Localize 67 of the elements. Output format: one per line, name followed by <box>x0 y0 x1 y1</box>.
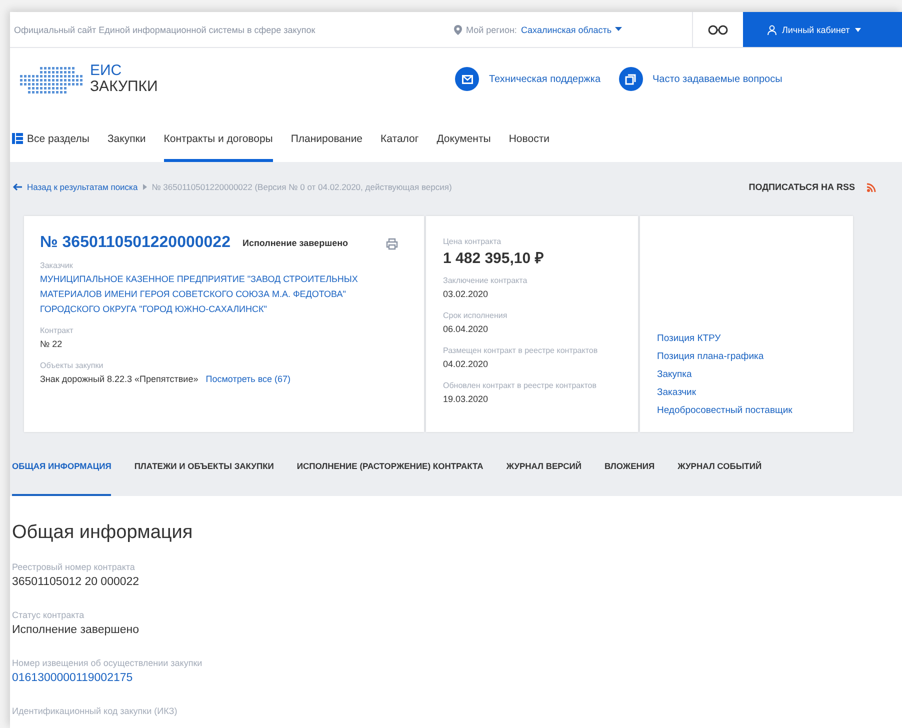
related-link[interactable]: Позиция КТРУ <box>657 333 839 344</box>
field-value: 19.03.2020 <box>443 393 490 406</box>
printer-icon[interactable] <box>386 238 398 250</box>
nav-item[interactable]: Документы <box>436 118 491 162</box>
field-label: Срок исполнения <box>443 311 508 320</box>
field-label: Размещен контракт в реестре контрактов <box>443 346 599 355</box>
field-label: Обновлен контракт в реестре контрактов <box>443 381 598 390</box>
related-link[interactable]: Недобросовестный поставщик <box>657 405 839 416</box>
triangle-icon <box>142 184 147 190</box>
logo-title: ЕИС <box>90 63 123 79</box>
view-all-link[interactable]: Посмотреть все (67) <box>206 374 291 384</box>
nav-item[interactable]: Новости <box>508 118 550 162</box>
header-link[interactable]: Техническая поддержка <box>489 74 601 84</box>
field-value: № 22 <box>40 338 64 351</box>
field-label: Объекты закупки <box>40 361 104 370</box>
tab[interactable]: ОБЩАЯ ИНФОРМАЦИЯ <box>12 438 112 496</box>
region-dropdown[interactable]: Сахалинская область <box>520 24 622 34</box>
field-label: Номер извещения об осуществлении закупки <box>12 658 204 668</box>
rss-icon <box>867 182 876 192</box>
account-button[interactable]: Личный кабинет <box>743 12 902 47</box>
location-pin-icon <box>454 24 462 34</box>
related-link[interactable]: Позиция плана-графика <box>657 351 839 362</box>
notice-number-link[interactable]: 0161300000119002175 <box>12 672 902 684</box>
back-link[interactable]: Назад к результатам поиска <box>12 182 138 192</box>
field-label: Контракт <box>40 326 74 335</box>
envelope-icon[interactable] <box>455 67 479 91</box>
all-sections-menu[interactable]: Все разделы <box>12 118 90 162</box>
glasses-icon[interactable] <box>708 24 728 34</box>
header-link[interactable]: Часто задаваемые вопросы <box>652 74 782 84</box>
tab[interactable]: ВЛОЖЕНИЯ <box>604 438 655 496</box>
logo-subtitle: ЗАКУПКИ <box>90 79 158 95</box>
site-title: Официальный сайт Единой информационной системы в сфере закупок <box>13 24 316 34</box>
field-label: Реестровый номер контракта <box>12 562 136 572</box>
field-label: Заказчик <box>40 261 74 270</box>
caret-icon <box>614 27 622 32</box>
copy-icon[interactable] <box>618 67 643 91</box>
tab[interactable]: ПЛАТЕЖИ И ОБЪЕКТЫ ЗАКУПКИ <box>134 438 274 496</box>
user-icon <box>767 24 777 34</box>
tab[interactable]: ИСПОЛНЕНИЕ (РАСТОРЖЕНИЕ) КОНТРАКТА <box>296 438 484 496</box>
field-value: 06.04.2020 <box>443 323 490 336</box>
nav-item[interactable]: Каталог <box>380 118 419 162</box>
field-label: Идентификационный код закупки (ИКЗ) <box>12 706 178 716</box>
back-arrow-icon <box>12 183 22 191</box>
nav-item[interactable]: Планирование <box>290 118 363 162</box>
field-label: Заключение контракта <box>443 276 528 285</box>
contract-number[interactable]: № 3650110501220000022 <box>40 234 230 252</box>
field-value: 36501105012 20 000022 <box>12 576 140 588</box>
related-link[interactable]: Закупка <box>657 369 839 380</box>
breadcrumb-current: № 3650110501220000022 (Версия № 0 от 04.02.2020, действующая версия) <box>152 182 452 192</box>
contract-price: 1 482 395,10 ₽ <box>443 249 545 267</box>
rss-link[interactable]: ПОДПИСАТЬСЯ НА RSS <box>748 182 876 192</box>
field-value: Исполнение завершено <box>12 624 140 636</box>
field-label: Статус контракта <box>12 610 86 620</box>
region-label: Мой регион: <box>466 24 517 34</box>
sections-icon <box>12 133 23 144</box>
contract-status: Исполнение завершено <box>242 238 348 248</box>
related-link[interactable]: Заказчик <box>657 387 839 398</box>
caret-icon <box>854 28 861 32</box>
section-title: Общая информация <box>12 522 194 544</box>
nav-item[interactable]: Закупки <box>107 118 146 162</box>
tab[interactable]: ЖУРНАЛ ВЕРСИЙ <box>506 438 582 496</box>
field-label: Цена контракта <box>443 237 502 246</box>
field-value: 03.02.2020 <box>443 288 490 301</box>
tab[interactable]: ЖУРНАЛ СОБЫТИЙ <box>678 438 762 496</box>
field-value: 04.02.2020 <box>443 358 490 371</box>
customer-link[interactable]: МУНИЦИПАЛЬНОЕ КАЗЕННОЕ ПРЕДПРИЯТИЕ "ЗАВОД СТРОИТЕЛЬНЫХ МАТЕРИАЛОВ ИМЕНИ ГЕРОЯ СОВЕТСКОГО СОЮЗА М.А. ФЕДОТОВА" ГОРОДСКОГО ОКРУГА "ГОРОД ЮЖНО-САХАЛИНСК" <box>40 272 408 317</box>
field-value: Знак дорожный 8.22.3 «Препятствие» <box>40 374 198 384</box>
